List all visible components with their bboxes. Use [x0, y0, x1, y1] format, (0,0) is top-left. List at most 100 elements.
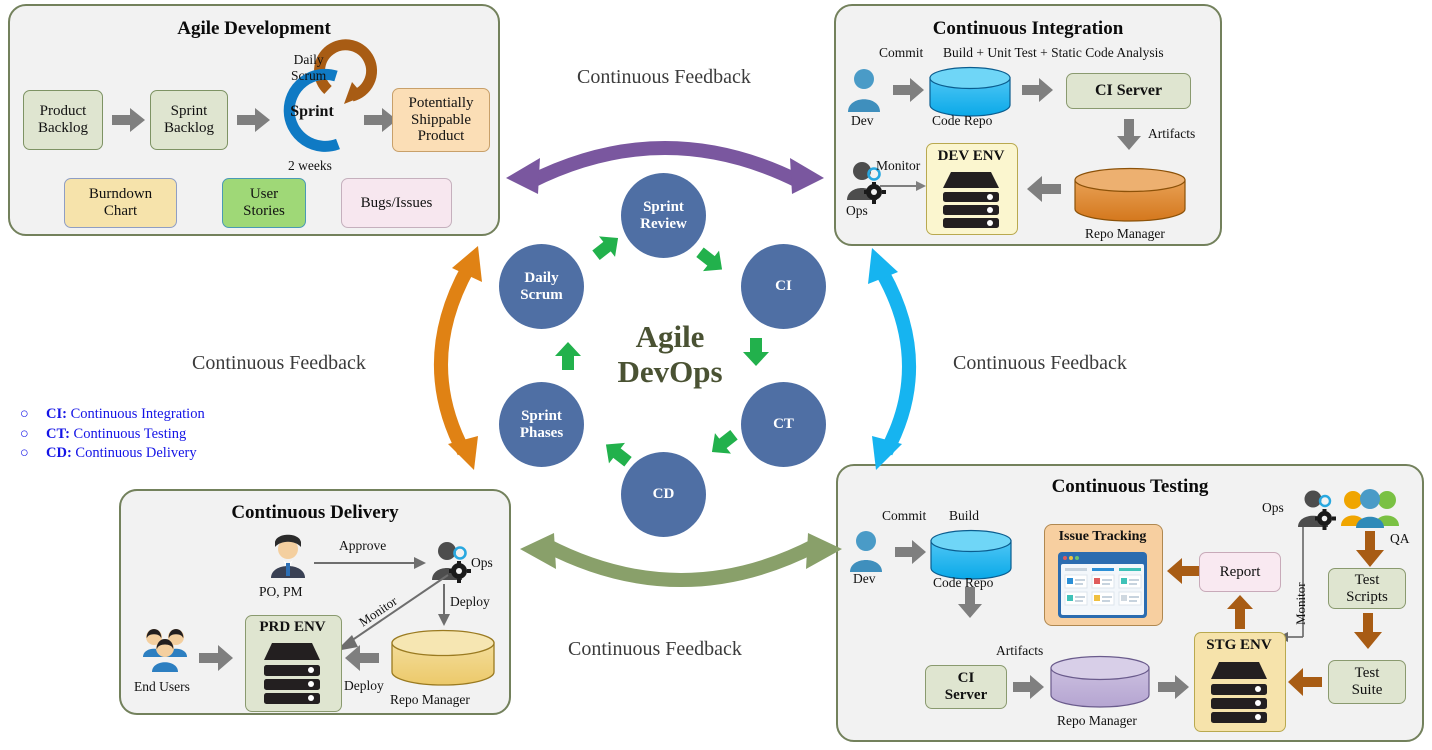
kanban-board-icon [1058, 552, 1147, 618]
ci-code-repo-cylinder[interactable] [929, 66, 1011, 117]
ci-commit-label: Commit [879, 45, 924, 60]
cd-approve-arrow [314, 557, 426, 569]
agile-development-title: Agile Development [177, 18, 331, 39]
legend-ct-text: Continuous Testing [73, 425, 187, 442]
ct-commit-label: Commit [882, 508, 927, 523]
arrow-repomgr-to-devenv [1027, 176, 1061, 202]
end-users-icon [143, 629, 187, 672]
legend: ○ CI: Continuous Integration ○ CT: Continu… [20, 405, 205, 464]
wheel-green-arrows [555, 236, 769, 467]
ci-monitor-label: Monitor [876, 158, 921, 173]
dev-env-server-icon [943, 172, 999, 228]
continuous-integration-title: Continuous Integration [932, 18, 1124, 39]
arrow-sprint-backlog-to-sprint [237, 108, 270, 132]
legend-ct-abbr: CT: [46, 425, 70, 442]
dev-person-icon [848, 69, 880, 112]
potentially-shippable-label: Potentially Shippable Product [408, 94, 474, 145]
ct-ops-icon [1298, 490, 1336, 530]
legend-ci-text: Continuous Integration [70, 406, 205, 422]
cd-repo-manager-label: Repo Manager [390, 692, 470, 707]
report-box[interactable]: Report [1199, 552, 1281, 592]
qa-group-icon [1341, 489, 1399, 528]
test-scripts-label: Test Scripts [1346, 571, 1388, 605]
legend-ci-abbr: CI: [46, 406, 67, 422]
feedback-label-left: Continuous Feedback [192, 352, 366, 374]
feedback-label-right: Continuous Feedback [953, 352, 1127, 374]
daily-scrum-label: Daily Scrum [291, 52, 327, 83]
sprint-backlog-box[interactable]: Sprint Backlog [150, 90, 228, 150]
test-suite-label: Test Suite [1351, 665, 1383, 698]
ct-ops-label: Ops [1262, 500, 1284, 515]
legend-bullet-icon: ○ [20, 425, 29, 442]
arrow-ci-artifacts-down [1117, 119, 1141, 150]
bugs-issues-label: Bugs/Issues [360, 194, 433, 211]
ct-qa-label: QA [1390, 531, 1410, 546]
legend-bullet-icon: ○ [20, 445, 29, 461]
arrow-backlog-to-sprint-backlog [112, 108, 145, 132]
ct-arrow-scripts-to-suite [1354, 613, 1382, 649]
dev-env-label: DEV ENV [937, 148, 1005, 164]
product-backlog-label: Product Backlog [38, 103, 88, 136]
ct-monitor-label: Monitor [1293, 582, 1308, 625]
user-stories-box[interactable]: User Stories [222, 178, 306, 228]
ct-ci-server-label: CI Server [944, 670, 988, 703]
legend-cd-abbr: CD: [46, 445, 72, 461]
continuous-delivery-title: Continuous Delivery [231, 502, 399, 523]
legend-item-ct: ○ CT: Continuous Testing [20, 425, 205, 445]
issue-tracking-label: Issue Tracking [1058, 529, 1147, 544]
ci-repo-manager-cylinder[interactable] [1074, 167, 1186, 222]
arrow-ci-repo-to-server [1022, 78, 1053, 102]
legend-cd-text: Continuous Delivery [75, 445, 197, 461]
ci-artifacts-label: Artifacts [1148, 126, 1196, 141]
ct-arrow-dev-to-repo [895, 540, 926, 564]
ct-artifacts-label: Artifacts [996, 643, 1044, 658]
ct-arrow-report-to-issue [1167, 558, 1201, 584]
arrow-ci-dev-to-repo [893, 78, 924, 102]
potentially-shippable-product-box[interactable]: Potentially Shippable Product [392, 88, 490, 152]
cd-arrow-users-to-prd [199, 645, 233, 671]
ct-arrow-suite-to-stg [1288, 668, 1322, 696]
sprint-backlog-label: Sprint Backlog [164, 103, 214, 136]
cd-end-users-label: End Users [134, 679, 190, 694]
prd-env-label: PRD ENV [259, 619, 326, 635]
test-scripts-box[interactable]: Test Scripts [1328, 568, 1406, 609]
ct-ci-server-box[interactable]: CI Server [925, 665, 1007, 709]
ct-repo-manager-cylinder[interactable] [1050, 655, 1150, 708]
report-label: Report [1219, 563, 1261, 580]
cd-po-pm-label: PO, PM [259, 584, 303, 599]
ct-build-label: Build [949, 508, 980, 523]
product-backlog-box[interactable]: Product Backlog [23, 90, 103, 150]
cd-repo-manager-cylinder[interactable] [391, 629, 495, 686]
ci-server-label: CI Server [1094, 82, 1163, 100]
ci-monitor-arrow [880, 181, 926, 191]
sprint-text: Sprint [290, 103, 334, 120]
ct-arrow-stg-to-report [1227, 595, 1253, 629]
feedback-arrow-right [868, 248, 917, 470]
ct-arrow-repo-down [958, 587, 982, 618]
po-pm-person-icon [271, 534, 305, 578]
ct-arrow-qa-down [1356, 531, 1384, 567]
legend-bullet-icon: ○ [20, 406, 29, 422]
ct-arrow-repomgr-to-stg [1158, 675, 1189, 699]
cd-ops-label: Ops [471, 555, 493, 570]
cd-approve-label: Approve [339, 538, 387, 553]
prd-env-server-icon [264, 643, 320, 704]
ci-build-label: Build + Unit Test + Static Code Analysis [943, 45, 1164, 60]
feedback-label-bottom: Continuous Feedback [568, 638, 742, 660]
two-weeks-label: 2 weeks [288, 158, 332, 173]
user-stories-label: User Stories [243, 186, 285, 219]
ci-server-box[interactable]: CI Server [1066, 73, 1191, 109]
cd-deploy-right-label: Deploy [450, 594, 490, 609]
feedback-arrow-bottom [520, 533, 842, 587]
legend-item-cd: ○ CD: Continuous Delivery [20, 444, 205, 464]
cd-deploy-bottom-label: Deploy [344, 678, 384, 693]
ci-dev-label: Dev [851, 113, 874, 128]
test-suite-box[interactable]: Test Suite [1328, 660, 1406, 704]
bugs-issues-box[interactable]: Bugs/Issues [341, 178, 452, 228]
ct-code-repo-cylinder[interactable] [930, 529, 1012, 580]
sprint-ring-label: Sprint [290, 103, 334, 121]
burndown-chart-box[interactable]: Burndown Chart [64, 178, 177, 228]
ci-code-repo-label: Code Repo [932, 113, 993, 128]
legend-item-ci: ○ CI: Continuous Integration [20, 405, 205, 425]
stg-env-label: STG ENV [1206, 637, 1272, 653]
